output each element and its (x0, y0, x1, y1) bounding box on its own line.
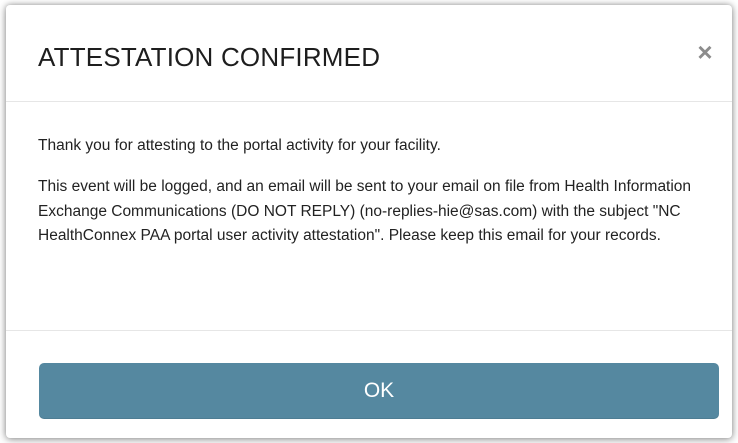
ok-button[interactable]: OK (39, 363, 719, 419)
email-notice-message: This event will be logged, and an email … (38, 178, 692, 244)
attestation-dialog: ATTESTATION CONFIRMED × Thank you for at… (6, 5, 732, 438)
dialog-body: Thank you for attesting to the portal ac… (6, 102, 732, 331)
confirmation-message: Thank you for attesting to the portal ac… (38, 137, 441, 154)
dialog-footer: OK (6, 331, 732, 438)
dialog-header: ATTESTATION CONFIRMED × (6, 5, 732, 102)
dialog-title: ATTESTATION CONFIRMED (38, 42, 381, 72)
close-icon[interactable]: × (692, 39, 718, 65)
